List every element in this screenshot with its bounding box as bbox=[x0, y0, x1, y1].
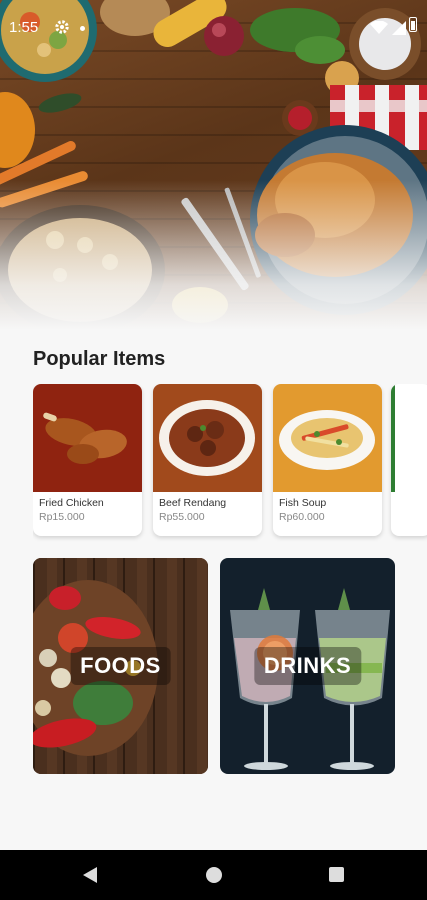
popular-item-card-partial[interactable] bbox=[391, 384, 427, 536]
popular-items-title: Popular Items bbox=[33, 348, 166, 370]
popular-item-card[interactable]: Fish Soup Rp60.000 bbox=[273, 384, 382, 536]
back-icon[interactable] bbox=[82, 866, 98, 888]
item-name: Fish Soup bbox=[279, 497, 327, 509]
drinks-label: DRINKS bbox=[253, 647, 362, 685]
item-price: Rp55.000 bbox=[159, 511, 205, 523]
fried-chicken-image bbox=[33, 384, 142, 492]
navigation-bar bbox=[0, 850, 427, 900]
popular-items-carousel[interactable]: Fried Chicken Rp15.000 Beef Rendang Rp55… bbox=[33, 384, 427, 544]
popular-item-card[interactable]: Fried Chicken Rp15.000 bbox=[33, 384, 142, 536]
wifi-icon bbox=[370, 20, 388, 39]
fish-soup-image bbox=[273, 384, 382, 492]
foods-category-tile[interactable]: FOODS bbox=[33, 558, 208, 774]
popular-item-card[interactable]: Beef Rendang Rp55.000 bbox=[153, 384, 262, 536]
drinks-category-tile[interactable]: DRINKS bbox=[220, 558, 395, 774]
status-time: 1:55 bbox=[9, 19, 39, 36]
item-price: Rp60.000 bbox=[279, 511, 325, 523]
home-icon[interactable] bbox=[206, 867, 222, 883]
item-price: Rp15.000 bbox=[39, 511, 85, 523]
notification-dot-icon bbox=[80, 26, 85, 31]
hero-fade-overlay bbox=[0, 180, 427, 330]
status-bar: 1:55 bbox=[0, 0, 427, 56]
recents-icon[interactable] bbox=[329, 867, 344, 882]
gear-icon bbox=[54, 19, 70, 39]
beef-rendang-image bbox=[153, 384, 262, 492]
item-name: Fried Chicken bbox=[39, 497, 104, 509]
foods-label: FOODS bbox=[70, 647, 171, 685]
signal-icon bbox=[392, 20, 406, 39]
battery-icon bbox=[409, 17, 417, 32]
item-name: Beef Rendang bbox=[159, 497, 227, 509]
